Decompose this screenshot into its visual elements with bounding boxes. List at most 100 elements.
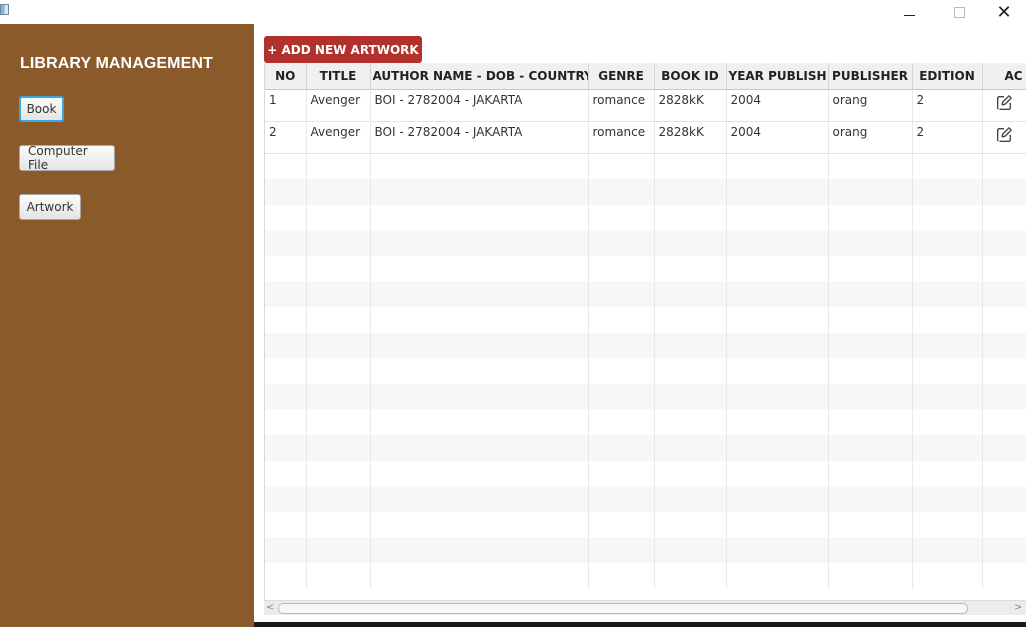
edit-icon[interactable] (995, 126, 1013, 144)
column-header-no[interactable]: NO (265, 63, 307, 90)
empty-cell (370, 358, 589, 384)
empty-table-row (265, 486, 1026, 512)
sidebar-item-artwork[interactable]: Artwork (19, 194, 81, 220)
empty-cell (370, 281, 589, 308)
column-header-edition[interactable]: EDITION (912, 63, 983, 90)
column-header-book-id[interactable]: BOOK ID (654, 63, 727, 90)
empty-cell (982, 204, 1026, 231)
cell-author: BOI - 2782004 - JAKARTA (370, 121, 589, 154)
empty-cell (726, 537, 829, 563)
empty-cell (726, 153, 829, 180)
cell-publisher: orang (828, 121, 913, 154)
empty-cell (654, 281, 727, 308)
empty-cell (588, 332, 655, 359)
empty-cell (306, 511, 371, 538)
cell-genre: romance (588, 121, 655, 154)
empty-cell (306, 179, 371, 205)
empty-cell (912, 204, 983, 231)
scroll-left-icon[interactable]: < (266, 601, 276, 615)
scrollbar-thumb[interactable] (278, 603, 968, 614)
empty-cell (370, 460, 589, 487)
empty-cell (265, 409, 307, 436)
table-row[interactable]: 1 Avenger BOI - 2782004 - JAKARTA romanc… (265, 89, 1026, 122)
empty-cell (265, 511, 307, 538)
empty-cell (982, 409, 1026, 436)
empty-table-row (265, 204, 1026, 231)
empty-cell (828, 486, 913, 512)
empty-cell (982, 435, 1026, 461)
cell-book-id: 2828kK (654, 121, 727, 154)
empty-cell (912, 563, 983, 589)
sidebar-item-computer-file[interactable]: Computer File (19, 144, 115, 172)
empty-cell (654, 435, 727, 461)
empty-cell (370, 153, 589, 180)
empty-cell (370, 409, 589, 436)
empty-cell (828, 563, 913, 589)
empty-cell (370, 486, 589, 512)
empty-cell (912, 255, 983, 282)
empty-cell (726, 179, 829, 205)
empty-cell (982, 486, 1026, 512)
empty-cell (588, 179, 655, 205)
empty-cell (982, 358, 1026, 384)
minimize-icon (903, 14, 915, 16)
empty-cell (654, 153, 727, 180)
empty-cell (306, 230, 371, 256)
minimize-button[interactable] (887, 0, 931, 24)
empty-cell (306, 486, 371, 512)
empty-table-row (265, 435, 1026, 461)
empty-cell (912, 281, 983, 308)
column-header-publisher[interactable]: PUBLISHER (828, 63, 913, 90)
empty-cell (912, 460, 983, 487)
empty-cell (726, 255, 829, 282)
empty-cell (654, 332, 727, 359)
column-header-action[interactable]: AC (982, 63, 1026, 90)
empty-cell (370, 332, 589, 359)
app-icon (0, 4, 9, 15)
cell-title: Avenger (306, 121, 371, 154)
column-header-year-publish[interactable]: YEAR PUBLISH (726, 63, 829, 90)
empty-table-row (265, 383, 1026, 410)
cell-year: 2004 (726, 121, 829, 154)
cell-edition: 2 (912, 89, 983, 122)
window-bottom-border (254, 622, 1026, 627)
edit-icon[interactable] (995, 94, 1013, 112)
sidebar-item-book[interactable]: Book (19, 96, 64, 122)
empty-cell (982, 537, 1026, 563)
window-titlebar: ✕ (0, 0, 1026, 24)
empty-table-row (265, 409, 1026, 436)
table-header-row: NO TITLE AUTHOR NAME - DOB - COUNTRY GEN… (265, 63, 1026, 90)
empty-table-row (265, 179, 1026, 205)
empty-cell (654, 179, 727, 205)
maximize-button[interactable] (937, 0, 981, 24)
empty-cell (726, 486, 829, 512)
add-new-artwork-button[interactable]: + ADD NEW ARTWORK (264, 36, 422, 63)
empty-cell (306, 153, 371, 180)
empty-cell (306, 435, 371, 461)
close-button[interactable]: ✕ (982, 0, 1026, 24)
horizontal-scrollbar[interactable]: < > (264, 600, 1026, 615)
empty-cell (306, 563, 371, 589)
empty-cell (265, 486, 307, 512)
cell-action (982, 121, 1026, 154)
column-header-genre[interactable]: GENRE (588, 63, 655, 90)
column-header-title[interactable]: TITLE (306, 63, 371, 90)
empty-cell (726, 230, 829, 256)
cell-no: 2 (265, 121, 307, 154)
table-row[interactable]: 2 Avenger BOI - 2782004 - JAKARTA romanc… (265, 121, 1026, 154)
empty-cell (828, 409, 913, 436)
empty-cell (828, 153, 913, 180)
column-header-author[interactable]: AUTHOR NAME - DOB - COUNTRY (370, 63, 589, 90)
empty-cell (306, 307, 371, 333)
empty-cell (265, 179, 307, 205)
empty-cell (982, 179, 1026, 205)
empty-cell (265, 383, 307, 410)
empty-cell (982, 153, 1026, 180)
empty-cell (912, 153, 983, 180)
empty-cell (265, 255, 307, 282)
cell-no: 1 (265, 89, 307, 122)
scroll-right-icon[interactable]: > (1014, 601, 1024, 615)
empty-cell (982, 460, 1026, 487)
empty-cell (370, 204, 589, 231)
empty-cell (726, 409, 829, 436)
